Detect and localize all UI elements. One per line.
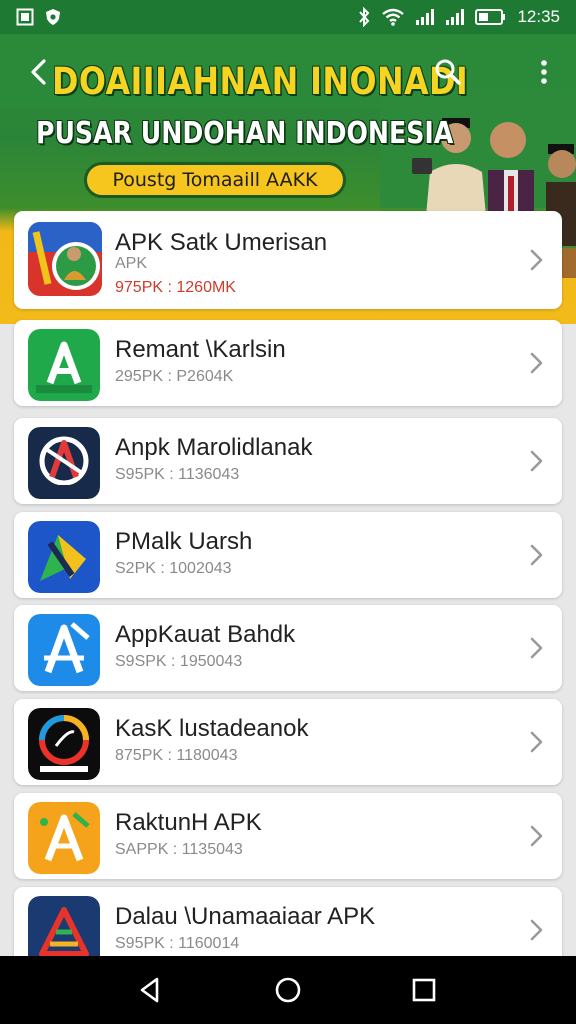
app-type: APK — [115, 255, 148, 272]
chevron-right-icon — [530, 731, 543, 753]
bluetooth-icon — [357, 7, 371, 27]
chevron-right-icon — [530, 450, 543, 472]
chevron-right-icon — [530, 825, 543, 847]
nav-recents-icon — [412, 978, 436, 1002]
system-nav-bar — [0, 956, 576, 1024]
list-item[interactable]: KasK lustadeanok 875PK : 1180043 — [14, 699, 562, 785]
app-name: Remant \Karlsin — [115, 336, 286, 363]
list-item[interactable]: PMalk Uarsh S2PK : 1002043 — [14, 512, 562, 598]
chevron-right-icon — [530, 544, 543, 566]
banner-subtitle: PUSAR UNDOHAN INDONESIA — [36, 116, 454, 151]
app-meta: 975PK : 1260MK — [115, 279, 236, 296]
more-vert-icon — [541, 60, 547, 84]
status-left — [16, 8, 62, 26]
battery-icon — [475, 8, 507, 26]
app-icon-3 — [28, 427, 100, 499]
app-name: Dalau \Unamaaiaar APK — [115, 903, 376, 930]
status-right: 12:35 — [357, 7, 560, 27]
nav-back-button[interactable] — [130, 970, 170, 1010]
list-item[interactable]: AppKauat Bahdk S9SPK : 1950043 — [14, 605, 562, 691]
app-meta: S2PK : 1002043 — [115, 560, 232, 577]
app-meta: S9SPK : 1950043 — [115, 653, 243, 670]
list-item[interactable]: RaktunH APK SAPPK : 1135043 — [14, 793, 562, 879]
shield-icon — [44, 8, 62, 26]
signal-icon — [415, 8, 435, 26]
nav-back-icon — [140, 977, 159, 1003]
app-name: KasK lustadeanok — [115, 715, 309, 742]
back-arrow-icon — [31, 59, 46, 85]
app-icon-5 — [28, 614, 100, 686]
app-icon-4 — [28, 521, 100, 593]
nav-home-button[interactable] — [268, 970, 308, 1010]
back-button[interactable] — [24, 54, 54, 90]
search-button[interactable] — [430, 54, 466, 90]
app-meta: S95PK : 1160014 — [115, 935, 240, 952]
status-time: 12:35 — [517, 7, 560, 26]
app-name: AppKauat Bahdk — [115, 621, 296, 648]
nav-home-icon — [275, 977, 301, 1003]
list-item[interactable]: Anpk Marolidlanak S95PK : 1136043 — [14, 418, 562, 504]
status-bar: 12:35 — [0, 0, 576, 34]
app-name: APK Satk Umerisan — [115, 229, 328, 256]
app-name: PMalk Uarsh — [115, 528, 253, 555]
app-icon-6 — [28, 708, 100, 780]
chevron-right-icon — [530, 249, 543, 271]
nav-recents-button[interactable] — [404, 970, 444, 1010]
list-item[interactable]: Remant \Karlsin 295PK : P2604K — [14, 320, 562, 406]
signal-icon — [445, 8, 465, 26]
wifi-icon — [381, 8, 405, 26]
banner-title: DOAIIIAHNAN INONADI — [52, 60, 469, 103]
app-icon-7 — [28, 802, 100, 874]
more-options-button[interactable] — [530, 54, 558, 90]
app-meta: S95PK : 1136043 — [115, 466, 240, 483]
app-name: Anpk Marolidlanak — [115, 434, 313, 461]
gallery-icon — [16, 8, 34, 26]
chevron-right-icon — [530, 919, 543, 941]
app-meta: 875PK : 1180043 — [115, 747, 238, 764]
list-item[interactable]: APK Satk Umerisan APK 975PK : 1260MK — [14, 211, 562, 309]
app-meta: 295PK : P2604K — [115, 368, 234, 385]
chevron-right-icon — [530, 352, 543, 374]
banner-pill-button[interactable]: Poustg Tomaaill AAKK — [84, 162, 346, 198]
search-icon — [435, 59, 461, 85]
app-name: RaktunH APK — [115, 809, 262, 836]
chevron-right-icon — [530, 637, 543, 659]
app-icon-2 — [28, 329, 100, 401]
app-meta: SAPPK : 1135043 — [115, 841, 243, 858]
app-icon-1 — [28, 222, 102, 296]
